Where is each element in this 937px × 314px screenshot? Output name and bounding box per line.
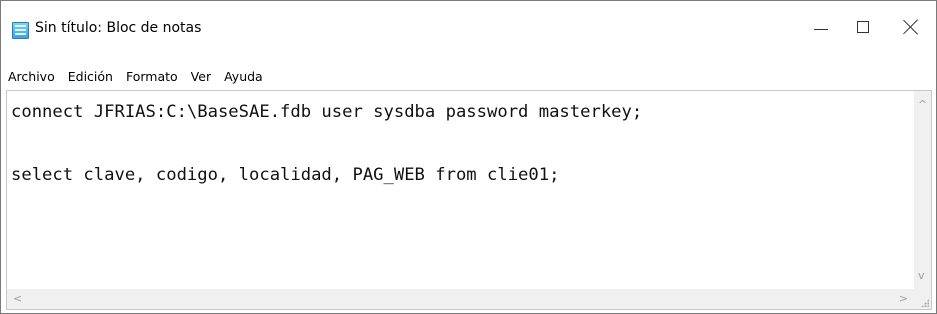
maximize-icon — [857, 21, 869, 33]
vertical-scrollbar[interactable]: ^ v — [914, 91, 931, 289]
scroll-up-icon[interactable]: ^ — [918, 99, 927, 110]
resize-grip-icon[interactable] — [921, 299, 929, 307]
scroll-down-icon[interactable]: v — [918, 270, 925, 281]
menu-ver[interactable]: Ver — [191, 69, 217, 84]
horizontal-scrollbar[interactable]: < > — [7, 289, 914, 309]
notepad-icon — [12, 22, 29, 39]
scroll-left-icon[interactable]: < — [13, 293, 22, 304]
menu-edicion[interactable]: Edición — [68, 69, 119, 84]
menu-archivo[interactable]: Archivo — [8, 69, 61, 84]
title-bar[interactable]: Sin título: Bloc de notas — [1, 1, 936, 53]
scroll-right-icon[interactable]: > — [899, 293, 908, 304]
window-title: Sin título: Bloc de notas — [35, 20, 202, 36]
text-editor[interactable]: connect JFRIAS:C:\BaseSAE.fdb user sysdb… — [6, 90, 932, 310]
close-button[interactable] — [881, 1, 937, 53]
notepad-window: Sin título: Bloc de notas Archivo Edició… — [0, 0, 937, 314]
minimize-icon — [814, 28, 828, 30]
menu-formato[interactable]: Formato — [126, 69, 184, 84]
scrollbar-corner — [914, 289, 931, 309]
menu-bar: Archivo Edición Formato Ver Ayuda — [1, 65, 276, 87]
close-icon — [903, 19, 919, 35]
editor-text[interactable]: connect JFRIAS:C:\BaseSAE.fdb user sysdb… — [11, 97, 901, 272]
menu-ayuda[interactable]: Ayuda — [224, 69, 269, 84]
